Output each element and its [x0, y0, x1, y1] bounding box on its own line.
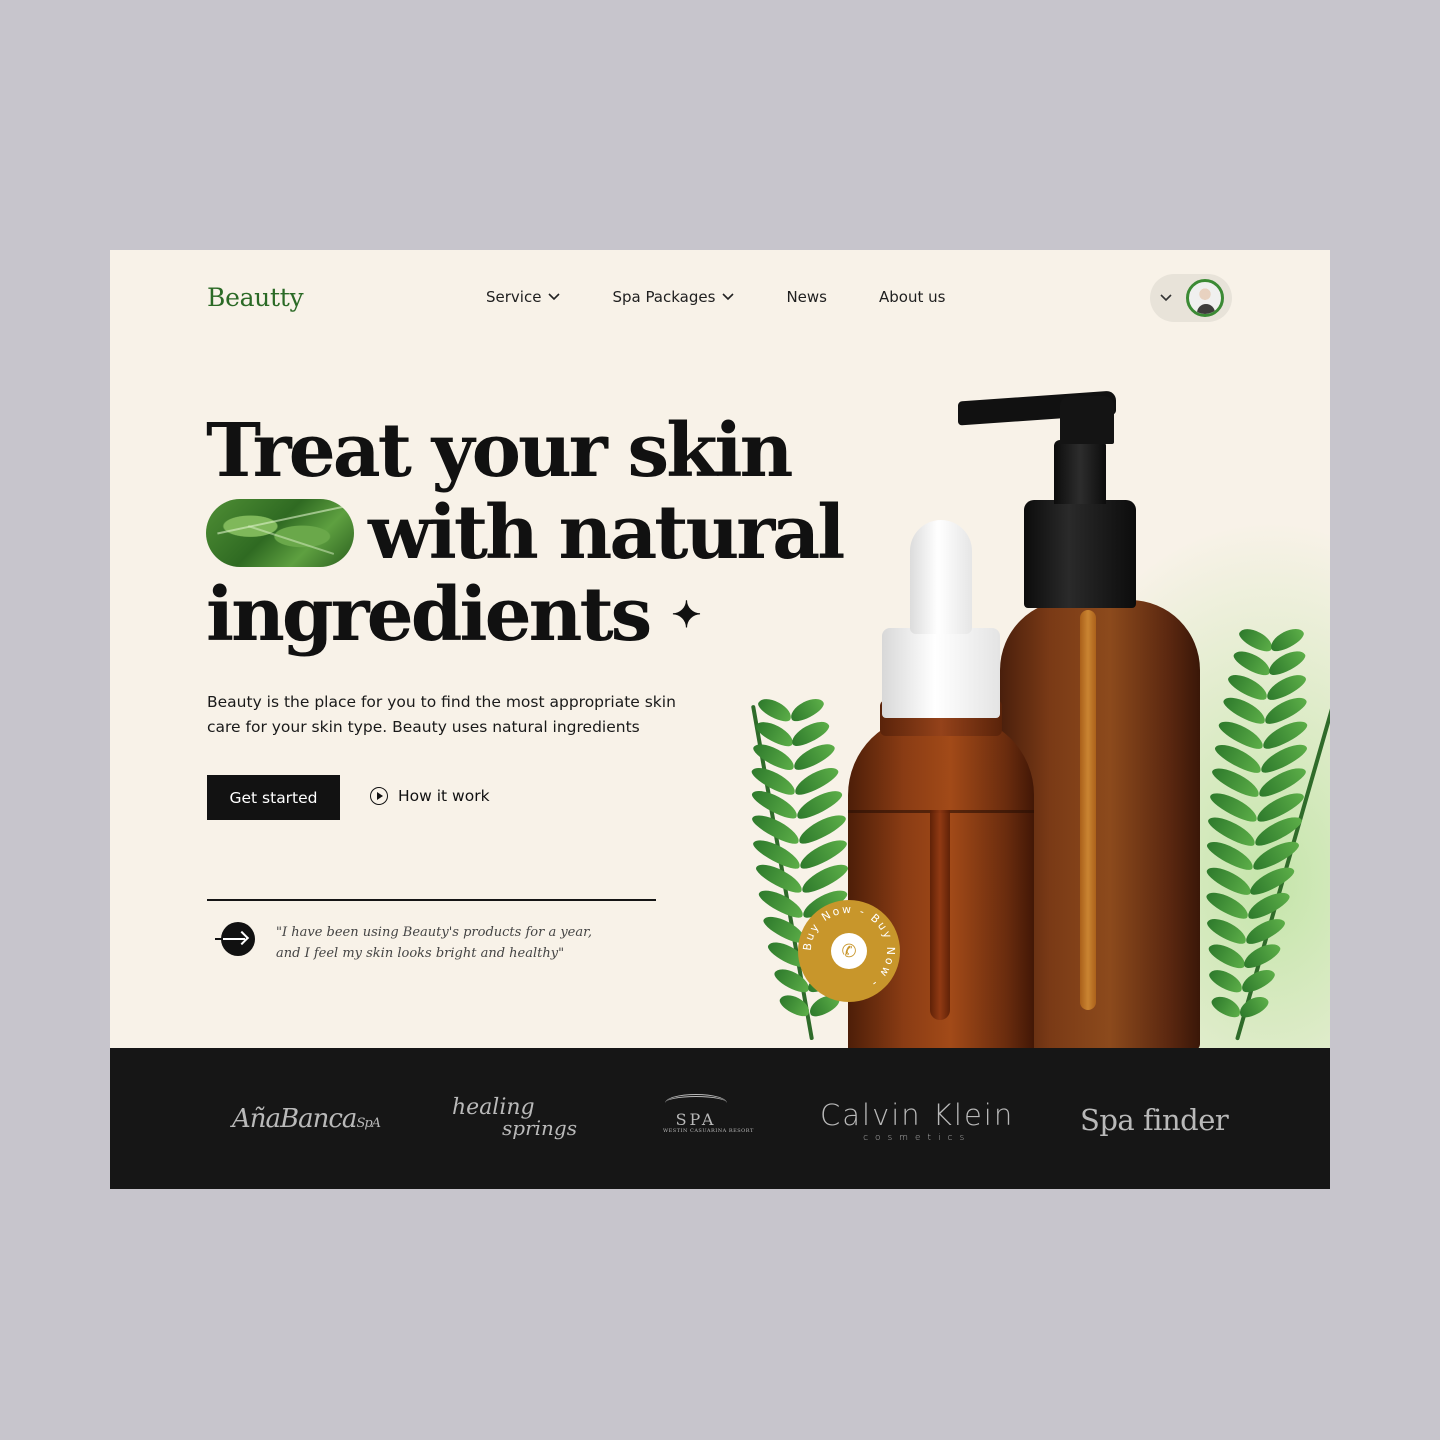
logo-subtext: WESTIN CASUARINA RESORT: [663, 1128, 754, 1134]
play-icon: [370, 787, 388, 805]
logo-line-2: springs: [502, 1116, 577, 1140]
buy-now-badge[interactable]: Buy Now - Buy Now - ✆: [798, 900, 900, 1002]
dropper-bulb: [910, 520, 972, 634]
nav-item-label: Spa Packages: [612, 288, 716, 306]
chevron-down-icon: [722, 293, 735, 301]
nav-item-about-us[interactable]: About us: [879, 288, 945, 306]
brand-logo[interactable]: Beautty: [207, 283, 304, 312]
leaf-image-pill: [206, 499, 354, 567]
partner-logo-calvin-klein: Calvin Klein cosmetics: [820, 1098, 1014, 1143]
main-nav: Service Spa Packages News About us: [486, 288, 945, 306]
pump-tube: [1080, 610, 1096, 1010]
pump-collar: [1024, 500, 1136, 608]
how-it-work-label: How it work: [398, 787, 490, 805]
fern-leaflet: [1206, 965, 1246, 997]
sparkle-icon: ✦: [671, 594, 702, 636]
hero-description: Beauty is the place for you to find the …: [207, 693, 676, 736]
landing-page: Beautty Service Spa Packages News About …: [110, 250, 1330, 1189]
chevron-down-icon: [1160, 294, 1172, 302]
pump-head: [1060, 396, 1114, 444]
partner-logo-spa: SPA WESTIN CASUARINA RESORT: [663, 1094, 754, 1134]
headline-line-1: Treat your skin: [206, 408, 793, 494]
headline-line-3: ingredients: [206, 572, 652, 658]
logo-text: Calvin Klein: [820, 1098, 1015, 1132]
partner-logo-spa-finder: Spa finder: [1080, 1103, 1229, 1137]
how-it-work-button[interactable]: How it work: [370, 787, 490, 805]
fern-leaflet: [755, 694, 795, 726]
nav-item-service[interactable]: Service: [486, 288, 561, 306]
partner-logo-healing-springs: healing springs: [452, 1097, 577, 1140]
logo-suffix: SpA: [356, 1116, 381, 1131]
nav-item-label: News: [786, 288, 827, 306]
chevron-down-icon: [548, 293, 561, 301]
pump-neck: [1054, 440, 1106, 504]
phone-icon: ✆: [831, 933, 867, 969]
logo-text: AñaBanca: [232, 1104, 357, 1134]
nav-item-spa-packages[interactable]: Spa Packages: [612, 288, 735, 306]
testimonial-quote: "I have been using Beauty's products for…: [276, 925, 593, 961]
partner-logos-strip: AñaBancaSpA healing springs SPA WESTIN C…: [110, 1048, 1330, 1189]
arrow-right-button[interactable]: [215, 921, 255, 957]
fern-leaflet: [1236, 991, 1272, 1021]
dropper-cap: [882, 628, 1000, 718]
nav-item-news[interactable]: News: [786, 288, 827, 306]
dropper-pipette: [930, 810, 950, 1020]
partner-logo-anabanca: AñaBancaSpA: [232, 1104, 381, 1134]
profile-menu-button[interactable]: [1150, 274, 1232, 322]
logo-text: SPA: [675, 1110, 717, 1129]
fern-leaflet: [1208, 991, 1244, 1021]
fern-right: [1150, 624, 1330, 1050]
get-started-button[interactable]: Get started: [207, 775, 340, 820]
nav-item-label: About us: [878, 288, 946, 306]
nav-item-label: Service: [486, 288, 542, 306]
fern-leaflet: [786, 694, 826, 726]
avatar: [1186, 279, 1224, 317]
divider: [207, 899, 656, 901]
logo-subtext: cosmetics: [863, 1133, 972, 1143]
